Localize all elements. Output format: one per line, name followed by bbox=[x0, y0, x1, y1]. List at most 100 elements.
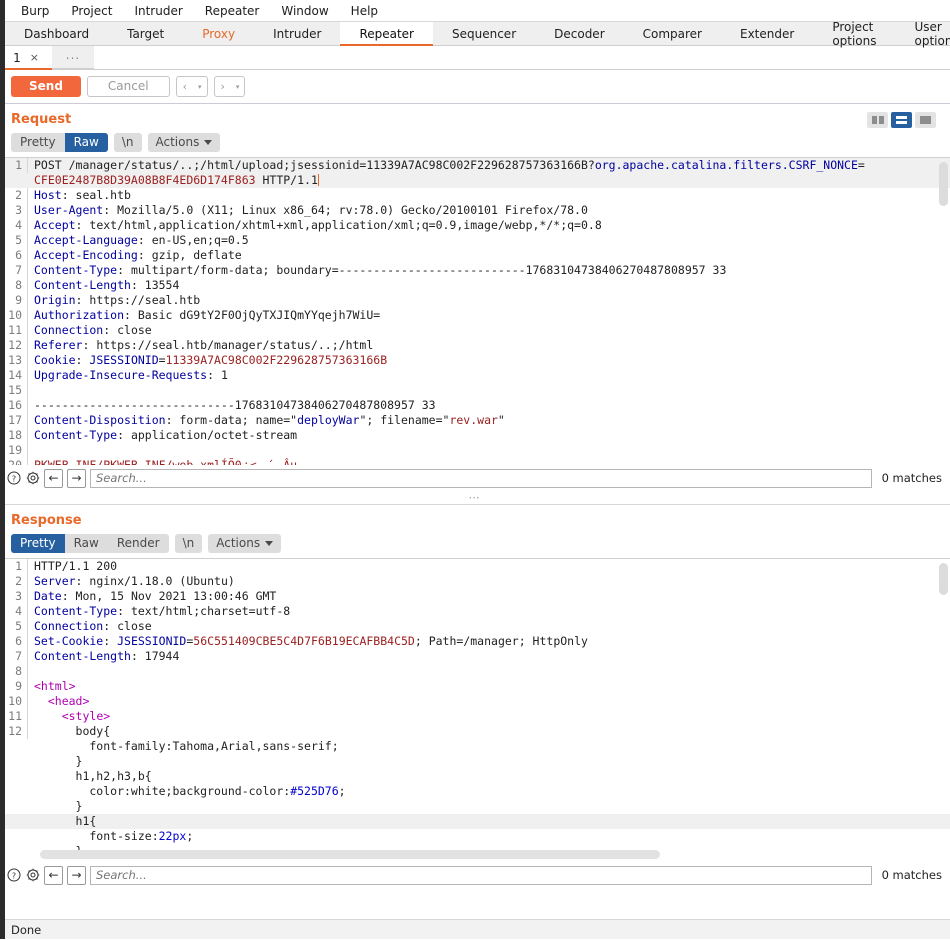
tab-project-options[interactable]: Project options bbox=[813, 22, 895, 45]
code-text: HTTP/1.1 200 bbox=[28, 559, 117, 574]
request-raw-tab[interactable]: Raw bbox=[65, 133, 108, 152]
search-prev-button[interactable]: ← bbox=[44, 866, 63, 885]
code-text: color:white;background-color:#525D76; bbox=[28, 784, 346, 799]
request-search-input[interactable] bbox=[90, 469, 872, 488]
help-icon[interactable]: ? bbox=[6, 471, 21, 486]
code-line: 9 Origin: https://seal.htb bbox=[0, 293, 950, 308]
code-text: Origin: https://seal.htb bbox=[28, 293, 200, 308]
search-prev-button[interactable]: ← bbox=[44, 469, 63, 488]
gear-icon[interactable] bbox=[25, 471, 40, 486]
response-actions-button[interactable]: Actions bbox=[208, 534, 281, 553]
code-text: Date: Mon, 15 Nov 2021 13:00:46 GMT bbox=[28, 589, 276, 604]
code-text: Content-Length: 17944 bbox=[28, 649, 179, 664]
response-actions-label: Actions bbox=[216, 536, 260, 551]
code-line: 9 <html> bbox=[0, 679, 950, 694]
tab-target[interactable]: Target bbox=[108, 22, 183, 45]
tab-intruder[interactable]: Intruder bbox=[254, 22, 340, 45]
menu-item-help[interactable]: Help bbox=[340, 1, 389, 21]
tab-dashboard[interactable]: Dashboard bbox=[5, 22, 108, 45]
code-line: 12 body{ bbox=[0, 724, 950, 739]
code-line: 12 Referer: https://seal.htb/manager/stat… bbox=[0, 338, 950, 353]
tab-comparer[interactable]: Comparer bbox=[624, 22, 721, 45]
single-pane-icon bbox=[920, 116, 931, 124]
response-render-tab[interactable]: Render bbox=[108, 534, 169, 553]
menu-item-repeater[interactable]: Repeater bbox=[194, 1, 271, 21]
tab-proxy[interactable]: Proxy bbox=[183, 22, 254, 45]
code-line: 19 bbox=[0, 443, 950, 458]
tab-user-options[interactable]: User options bbox=[896, 22, 950, 45]
code-line: 4 Content-Type: text/html;charset=utf-8 bbox=[0, 604, 950, 619]
code-line: 7 Content-Length: 17944 bbox=[0, 649, 950, 664]
code-text: Accept-Encoding: gzip, deflate bbox=[28, 248, 242, 263]
request-pretty-tab[interactable]: Pretty bbox=[11, 133, 65, 152]
code-line: 13 Cookie: JSESSIONID=11339A7AC98C002F229… bbox=[0, 353, 950, 368]
code-text: -----------------------------17683104738… bbox=[28, 398, 436, 413]
chevron-down-icon bbox=[204, 140, 212, 145]
request-search-bar: ? ← → 0 matches bbox=[0, 465, 950, 491]
forward-nav-button[interactable]: › ▾ bbox=[214, 76, 246, 97]
cancel-button[interactable]: Cancel bbox=[87, 76, 170, 97]
gear-icon[interactable] bbox=[25, 868, 40, 883]
help-icon[interactable]: ? bbox=[6, 868, 21, 883]
code-line: 3 Date: Mon, 15 Nov 2021 13:00:46 GMT bbox=[0, 589, 950, 604]
panel-splitter[interactable]: ⋯ bbox=[0, 491, 950, 505]
code-text: Server: nginx/1.18.0 (Ubuntu) bbox=[28, 574, 235, 589]
response-pretty-tab[interactable]: Pretty bbox=[11, 534, 65, 553]
response-newline-toggle[interactable]: \n bbox=[175, 534, 203, 553]
request-actions-button[interactable]: Actions bbox=[148, 133, 221, 152]
tab-repeater[interactable]: Repeater bbox=[340, 22, 433, 45]
request-newline-toggle[interactable]: \n bbox=[114, 133, 142, 152]
menu-item-intruder[interactable]: Intruder bbox=[123, 1, 193, 21]
request-actions-label: Actions bbox=[156, 135, 200, 150]
close-icon[interactable]: × bbox=[30, 51, 39, 64]
repeater-tab-more[interactable]: ... bbox=[52, 46, 94, 69]
code-text: Host: seal.htb bbox=[28, 188, 131, 203]
code-line: 10 Authorization: Basic dG9tY2F0OjQyTXJIQ… bbox=[0, 308, 950, 323]
code-text: Set-Cookie: JSESSIONID=56C551409CBE5C4D7… bbox=[28, 634, 588, 649]
menu-item-window[interactable]: Window bbox=[270, 1, 339, 21]
code-line: 8 bbox=[0, 664, 950, 679]
code-text: <style> bbox=[28, 709, 110, 724]
code-line: color:white;background-color:#525D76; bbox=[0, 784, 950, 799]
response-match-count: 0 matches bbox=[876, 868, 950, 882]
search-next-button[interactable]: → bbox=[67, 866, 86, 885]
code-text: Cookie: JSESSIONID=11339A7AC98C002F22962… bbox=[28, 353, 387, 368]
menu-item-burp[interactable]: Burp bbox=[10, 1, 60, 21]
back-nav-button[interactable]: ‹ ▾ bbox=[176, 76, 208, 97]
tab-decoder[interactable]: Decoder bbox=[535, 22, 624, 45]
stacked-layout-button[interactable] bbox=[891, 112, 912, 128]
request-editor[interactable]: 1 POST /manager/status/..;/html/upload;js… bbox=[0, 157, 950, 465]
code-line: 1 HTTP/1.1 200 bbox=[0, 559, 950, 574]
svg-text:?: ? bbox=[11, 475, 15, 484]
side-by-side-layout-button[interactable] bbox=[867, 112, 888, 128]
code-text: Referer: https://seal.htb/manager/status… bbox=[28, 338, 373, 353]
chevron-down-icon[interactable]: ▾ bbox=[231, 83, 245, 91]
search-next-button[interactable]: → bbox=[67, 469, 86, 488]
forward-arrow-icon: › bbox=[215, 80, 231, 93]
response-raw-tab[interactable]: Raw bbox=[65, 534, 108, 553]
code-line: h1,h2,h3,b{ bbox=[0, 769, 950, 784]
tab-extender[interactable]: Extender bbox=[721, 22, 813, 45]
split-vertical-icon-2 bbox=[879, 116, 884, 124]
code-line: 2 Server: nginx/1.18.0 (Ubuntu) bbox=[0, 574, 950, 589]
code-line: 6 Set-Cookie: JSESSIONID=56C551409CBE5C4D… bbox=[0, 634, 950, 649]
response-vertical-scrollbar[interactable] bbox=[939, 563, 948, 595]
code-text: font-family:Tahoma,Arial,sans-serif; bbox=[28, 739, 339, 754]
split-vertical-icon bbox=[872, 116, 877, 124]
response-horizontal-scrollbar[interactable] bbox=[40, 850, 660, 859]
request-vertical-scrollbar[interactable] bbox=[939, 162, 948, 206]
code-line: } bbox=[0, 799, 950, 814]
repeater-tab-1[interactable]: 1 × bbox=[0, 46, 52, 69]
chevron-down-icon[interactable]: ▾ bbox=[193, 83, 207, 91]
response-search-input[interactable] bbox=[90, 866, 872, 885]
code-text: Content-Type: multipart/form-data; bound… bbox=[28, 263, 726, 278]
repeater-tab-label: 1 bbox=[13, 51, 21, 65]
menu-item-project[interactable]: Project bbox=[60, 1, 123, 21]
back-arrow-icon: ‹ bbox=[177, 80, 193, 93]
send-button[interactable]: Send bbox=[11, 76, 81, 97]
split-horizontal-icon bbox=[896, 116, 907, 124]
response-editor[interactable]: 1 HTTP/1.1 200 2 Server: nginx/1.18.0 (Ubun… bbox=[0, 558, 950, 862]
tab-sequencer[interactable]: Sequencer bbox=[433, 22, 535, 45]
single-pane-layout-button[interactable] bbox=[915, 112, 936, 128]
response-code: 1 HTTP/1.1 200 2 Server: nginx/1.18.0 (Ubun… bbox=[0, 559, 950, 859]
